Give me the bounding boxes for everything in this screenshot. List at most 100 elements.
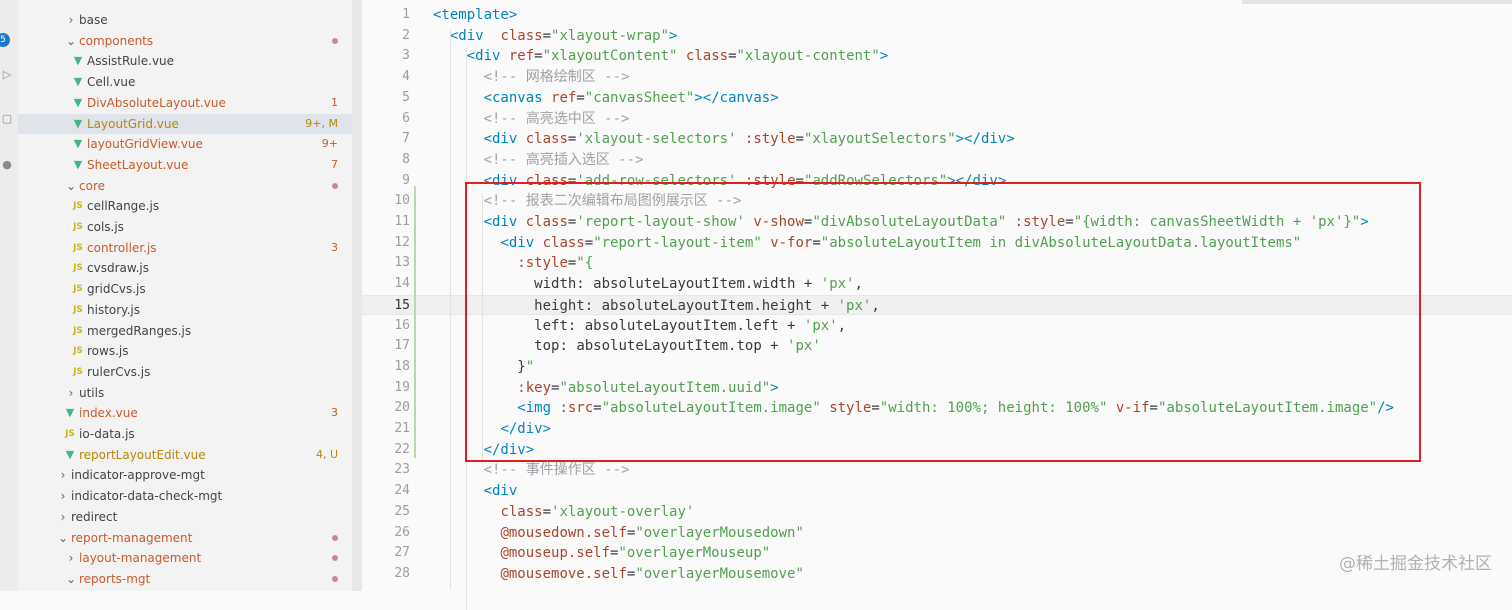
tree-file[interactable]: JS controller.js 3 xyxy=(18,238,352,258)
line-number: 20 xyxy=(394,400,410,416)
tree-file[interactable]: ▼ DivAbsoluteLayout.vue 1 xyxy=(18,93,352,113)
tree-file[interactable]: ▼ SheetLayout.vue 7 xyxy=(18,155,352,175)
line-number: 25 xyxy=(394,503,410,519)
code-text: @mousemove.self="overlayerMousemove" xyxy=(500,565,804,582)
activity-bar: 5 ▷ ▢ ● xyxy=(0,0,18,591)
code-text: <div ref="xlayoutContent" class="xlayout… xyxy=(466,48,889,65)
js-file-icon: JS xyxy=(73,201,83,212)
tree-folder[interactable]: › redirect xyxy=(18,507,352,527)
js-file-icon: JS xyxy=(73,222,83,232)
tree-file[interactable]: JS cols.js xyxy=(18,217,352,237)
git-status-badge: 4, U xyxy=(315,447,338,461)
git-status-badge: 9+ xyxy=(321,137,338,151)
tree-folder[interactable]: ⌄ reports-mgt xyxy=(18,569,352,589)
tree-file[interactable]: JS gridCvs.js xyxy=(18,279,352,299)
vue-file-icon: ▼ xyxy=(65,447,75,461)
chevron-right-icon[interactable]: › xyxy=(66,548,76,568)
tree-item-label: reportLayoutEdit.vue xyxy=(79,447,206,462)
tree-file[interactable]: JS io-data.js xyxy=(18,424,352,444)
js-file-icon: JS xyxy=(73,242,83,253)
tree-folder[interactable]: › indicator-data-check-mgt xyxy=(18,486,352,506)
tree-item-label: redirect xyxy=(71,509,118,524)
tree-item-label: cellRange.js xyxy=(87,199,160,214)
file-explorer: › base ⌄ components ▼ AssistRule.vue ▼ Cell.vue… xyxy=(18,0,362,591)
tree-file[interactable]: JS history.js xyxy=(18,300,352,320)
line-number: 26 xyxy=(394,524,410,540)
git-status-badge: 7 xyxy=(331,157,338,171)
explorer-scrollbar[interactable] xyxy=(352,0,362,591)
tree-folder[interactable]: › base xyxy=(18,10,352,30)
tree-item-label: rulerCvs.js xyxy=(87,364,151,379)
remote-icon[interactable]: ● xyxy=(0,158,14,172)
code-line[interactable]: 23 <!-- 事件操作区 --> xyxy=(362,460,1512,481)
tree-item-label: indicator-data-check-mgt xyxy=(71,489,223,504)
tree-item-label: rows.js xyxy=(87,344,129,359)
minimap[interactable] xyxy=(1242,0,1512,4)
code-editor[interactable]: 1 <template> 2 <div class="xlayout-wrap"> 3… xyxy=(362,0,1512,610)
extensions-icon[interactable]: ▢ xyxy=(0,112,14,126)
tree-file[interactable]: JS rows.js xyxy=(18,341,352,361)
code-text: <!-- 事件操作区 --> xyxy=(433,462,630,479)
line-number: 4 xyxy=(402,69,410,85)
tree-folder[interactable]: ⌄ report-management xyxy=(18,528,352,548)
js-file-icon: JS xyxy=(73,366,83,377)
tree-item-label: report-management xyxy=(71,530,193,545)
code-text: <canvas ref="canvasSheet"></canvas> xyxy=(483,89,779,106)
chevron-right-icon[interactable]: › xyxy=(66,383,76,403)
code-text: <!-- 网格绘制区 --> xyxy=(433,69,630,86)
chevron-right-icon[interactable]: › xyxy=(66,10,76,30)
tree-file[interactable]: ▼ reportLayoutEdit.vue 4, U xyxy=(18,445,352,465)
chevron-right-icon[interactable]: › xyxy=(58,507,68,527)
tree-folder[interactable]: ⌄ components xyxy=(18,31,352,51)
tree-file[interactable]: JS mergedRanges.js xyxy=(18,321,352,341)
tree-item-label: Cell.vue xyxy=(87,75,136,90)
watermark: @稀土掘金技术社区 xyxy=(1339,554,1492,574)
code-text: <div xyxy=(483,483,518,500)
code-line[interactable]: 5 <canvas ref="canvasSheet"></canvas> xyxy=(362,88,1512,109)
tree-item-label: io-data.js xyxy=(79,427,135,441)
modified-dot xyxy=(332,37,338,44)
tree-item-label: index.vue xyxy=(79,406,138,421)
code-line[interactable]: 1 <template> xyxy=(362,5,1512,26)
code-line[interactable]: 8 <!-- 高亮插入选区 --> xyxy=(362,150,1512,171)
tree-file[interactable]: ▼ LayoutGrid.vue 9+, M xyxy=(18,113,352,134)
chevron-down-icon[interactable]: ⌄ xyxy=(66,176,76,196)
code-line[interactable]: 26 @mousedown.self="overlayerMousedown" xyxy=(362,523,1512,544)
run-debug-icon[interactable]: ▷ xyxy=(0,68,14,82)
code-line[interactable]: 6 <!-- 高亮选中区 --> xyxy=(362,109,1512,130)
tree-file[interactable]: JS cvsdraw.js xyxy=(18,258,352,278)
chevron-right-icon[interactable]: › xyxy=(58,486,68,506)
tree-folder[interactable]: › layout-management xyxy=(18,548,352,568)
chevron-down-icon[interactable]: ⌄ xyxy=(58,528,68,548)
chevron-down-icon[interactable]: ⌄ xyxy=(66,569,76,589)
code-line[interactable]: 24 <div xyxy=(362,481,1512,502)
code-line[interactable]: 2 <div class="xlayout-wrap"> xyxy=(362,26,1512,47)
code-line[interactable]: 25 class='xlayout-overlay' xyxy=(362,502,1512,523)
tree-file[interactable]: ▼ layoutGridView.vue 9+ xyxy=(18,134,352,154)
code-line[interactable]: 3 <div ref="xlayoutContent" class="xlayo… xyxy=(362,46,1512,67)
tree-file[interactable]: ▼ index.vue 3 xyxy=(18,403,352,423)
tree-folder[interactable]: › utils xyxy=(18,383,352,403)
tree-file[interactable]: JS cellRange.js xyxy=(18,196,352,216)
js-file-icon: JS xyxy=(73,284,83,295)
line-number: 15 xyxy=(394,297,410,313)
code-line[interactable]: 4 <!-- 网格绘制区 --> xyxy=(362,67,1512,88)
tree-file[interactable]: ▼ AssistRule.vue xyxy=(18,51,352,71)
tree-file[interactable]: ▼ Cell.vue xyxy=(18,72,352,92)
line-number: 9 xyxy=(402,172,410,188)
vue-file-icon: ▼ xyxy=(73,95,83,109)
tree-file[interactable]: JS rulerCvs.js xyxy=(18,362,352,382)
chevron-right-icon[interactable]: › xyxy=(58,465,68,485)
code-text: <!-- 高亮选中区 --> xyxy=(433,110,630,127)
tree-folder[interactable]: › indicator-approve-mgt xyxy=(18,465,352,485)
line-number: 28 xyxy=(394,565,410,581)
code-line[interactable]: 7 <div class='xlayout-selectors' :style=… xyxy=(362,129,1512,150)
modified-dot xyxy=(332,182,338,189)
source-control-badge[interactable]: 5 xyxy=(0,33,10,47)
tree-item-label: utils xyxy=(79,385,105,400)
tree-folder[interactable]: ⌄ core xyxy=(18,176,352,196)
vue-file-icon: ▼ xyxy=(73,116,83,130)
highlight-box xyxy=(465,182,1421,462)
line-number: 27 xyxy=(394,545,410,561)
chevron-down-icon[interactable]: ⌄ xyxy=(66,31,76,51)
